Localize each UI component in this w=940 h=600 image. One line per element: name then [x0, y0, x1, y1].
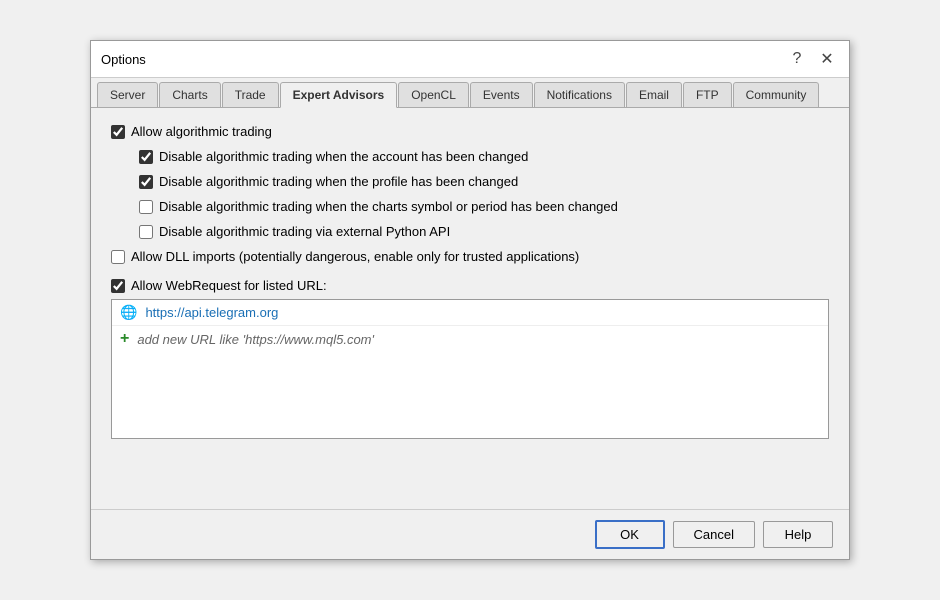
options-dialog: Options ? ✕ Server Charts Trade Expert A… — [90, 40, 850, 560]
webrequest-section: Allow WebRequest for listed URL: 🌐 https… — [111, 278, 829, 439]
tab-events[interactable]: Events — [470, 82, 533, 107]
disable-account-checkbox[interactable] — [139, 150, 153, 164]
title-actions: ? ✕ — [785, 47, 839, 71]
tab-community[interactable]: Community — [733, 82, 820, 107]
tab-ftp[interactable]: FTP — [683, 82, 732, 107]
tab-bar: Server Charts Trade Expert Advisors Open… — [91, 78, 849, 108]
disable-charts-checkbox[interactable] — [139, 200, 153, 214]
url-item-add[interactable]: + add new URL like 'https://www.mql5.com… — [112, 326, 828, 352]
help-footer-button[interactable]: Help — [763, 521, 833, 548]
disable-python-row: Disable algorithmic trading via external… — [139, 224, 829, 239]
dialog-footer: OK Cancel Help — [91, 509, 849, 559]
close-button[interactable]: ✕ — [815, 47, 839, 71]
tab-server[interactable]: Server — [97, 82, 158, 107]
tab-content-expert-advisors: Allow algorithmic trading Disable algori… — [91, 108, 849, 509]
title-bar: Options ? ✕ — [91, 41, 849, 78]
allow-dll-checkbox[interactable] — [111, 250, 125, 264]
disable-python-label[interactable]: Disable algorithmic trading via external… — [139, 224, 450, 239]
disable-charts-label[interactable]: Disable algorithmic trading when the cha… — [139, 199, 618, 214]
allow-webrequest-row: Allow WebRequest for listed URL: — [111, 278, 829, 293]
allow-webrequest-text: Allow WebRequest for listed URL: — [131, 278, 327, 293]
allow-algorithmic-checkbox[interactable] — [111, 125, 125, 139]
allow-algorithmic-label[interactable]: Allow algorithmic trading — [111, 124, 272, 139]
url-item-telegram[interactable]: 🌐 https://api.telegram.org — [112, 300, 828, 326]
add-url-placeholder: add new URL like 'https://www.mql5.com' — [137, 332, 374, 347]
url-list: 🌐 https://api.telegram.org + add new URL… — [111, 299, 829, 439]
help-button[interactable]: ? — [785, 47, 809, 71]
disable-account-row: Disable algorithmic trading when the acc… — [139, 149, 829, 164]
disable-profile-label[interactable]: Disable algorithmic trading when the pro… — [139, 174, 518, 189]
title-bar-left: Options — [101, 52, 146, 67]
ok-button[interactable]: OK — [595, 520, 665, 549]
plus-icon: + — [120, 330, 129, 348]
allow-algorithmic-row: Allow algorithmic trading — [111, 124, 829, 139]
tab-opencl[interactable]: OpenCL — [398, 82, 469, 107]
disable-python-checkbox[interactable] — [139, 225, 153, 239]
globe-icon: 🌐 — [120, 304, 137, 321]
disable-charts-row: Disable algorithmic trading when the cha… — [139, 199, 829, 214]
disable-profile-checkbox[interactable] — [139, 175, 153, 189]
disable-charts-text: Disable algorithmic trading when the cha… — [159, 199, 618, 214]
allow-dll-text: Allow DLL imports (potentially dangerous… — [131, 249, 579, 264]
tab-expert-advisors[interactable]: Expert Advisors — [280, 82, 398, 108]
allow-dll-label[interactable]: Allow DLL imports (potentially dangerous… — [111, 249, 579, 264]
disable-profile-row: Disable algorithmic trading when the pro… — [139, 174, 829, 189]
dialog-title: Options — [101, 52, 146, 67]
disable-account-text: Disable algorithmic trading when the acc… — [159, 149, 528, 164]
allow-webrequest-label[interactable]: Allow WebRequest for listed URL: — [111, 278, 327, 293]
disable-python-text: Disable algorithmic trading via external… — [159, 224, 450, 239]
cancel-button[interactable]: Cancel — [673, 521, 755, 548]
disable-account-label[interactable]: Disable algorithmic trading when the acc… — [139, 149, 528, 164]
allow-algorithmic-text: Allow algorithmic trading — [131, 124, 272, 139]
allow-dll-row: Allow DLL imports (potentially dangerous… — [111, 249, 829, 264]
disable-profile-text: Disable algorithmic trading when the pro… — [159, 174, 518, 189]
tab-charts[interactable]: Charts — [159, 82, 220, 107]
tab-email[interactable]: Email — [626, 82, 682, 107]
tab-notifications[interactable]: Notifications — [534, 82, 625, 107]
url-telegram-text: https://api.telegram.org — [145, 305, 278, 320]
allow-webrequest-checkbox[interactable] — [111, 279, 125, 293]
tab-trade[interactable]: Trade — [222, 82, 279, 107]
